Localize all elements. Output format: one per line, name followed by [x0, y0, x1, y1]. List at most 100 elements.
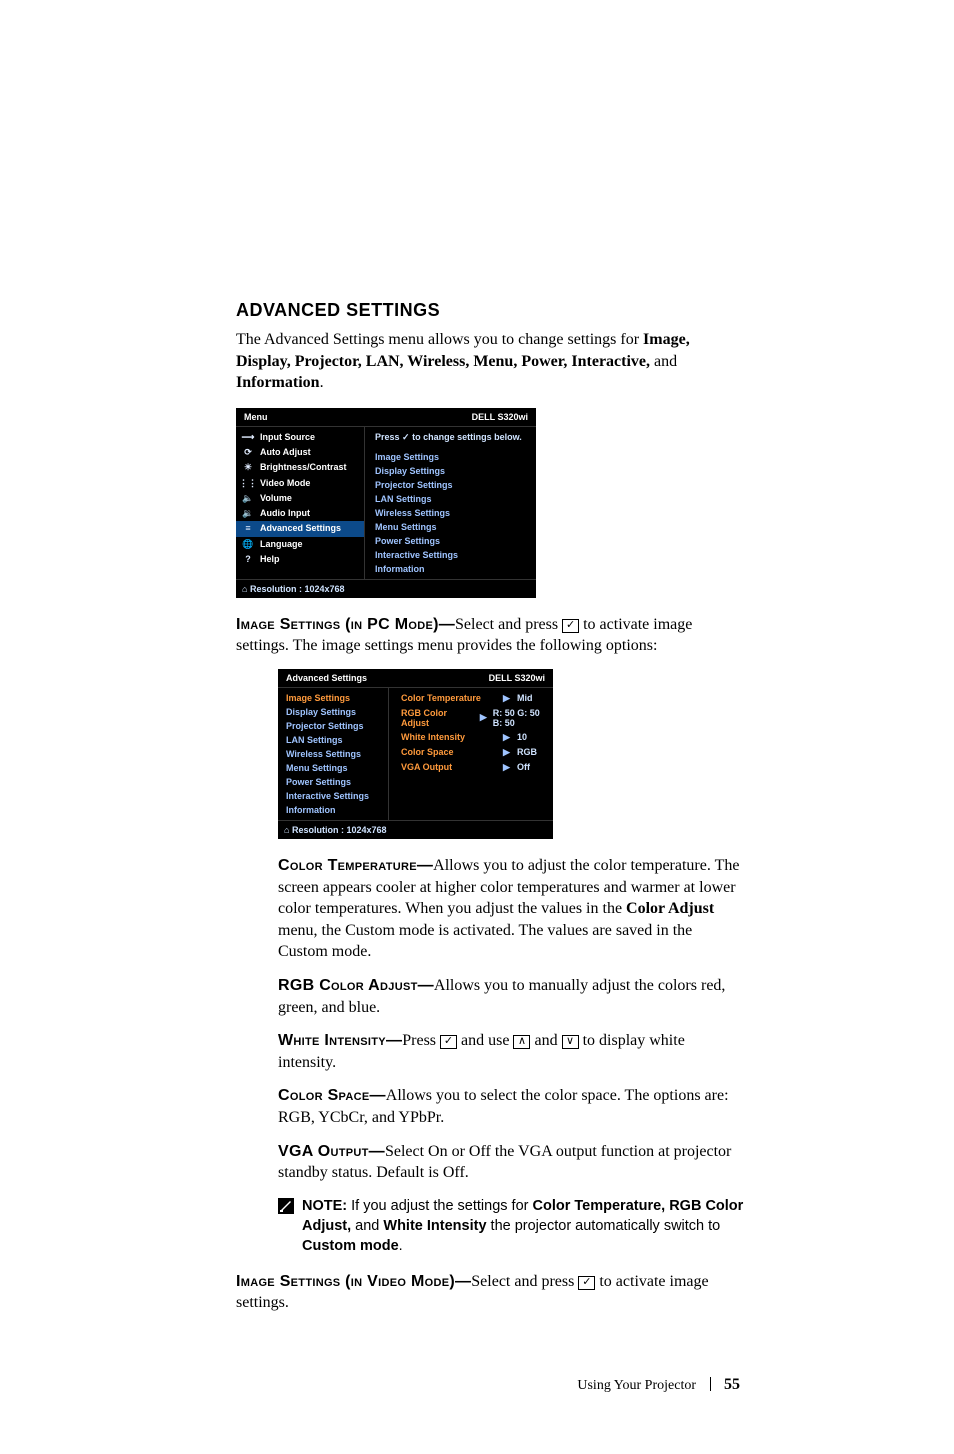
osd2-kv-key: White Intensity: [401, 732, 497, 742]
osd1-right-item: Menu Settings: [369, 520, 536, 534]
note-c: and: [351, 1218, 383, 1234]
osd-menu-main: Menu DELL S320wi ⟶Input Source⟳Auto Adju…: [236, 408, 536, 598]
footer-text: Using Your Projector: [577, 1378, 696, 1393]
intro-paragraph: The Advanced Settings menu allows you to…: [236, 329, 746, 394]
menu-item-label: Brightness/Contrast: [260, 462, 347, 473]
osd1-left-item: 🔉 Audio Input: [236, 506, 364, 521]
osd2-left-item: Projector Settings: [278, 719, 388, 733]
menu-item-label: Help: [260, 554, 280, 565]
desc-color-space: Color Space—Allows you to select the col…: [278, 1085, 746, 1128]
menu-item-icon: ⋮⋮: [242, 478, 254, 489]
desc-rgb-color-adjust: RGB Color Adjust—Allows you to manually …: [278, 975, 746, 1018]
check-key-icon: ✓: [578, 1276, 595, 1290]
menu-item-label: Volume: [260, 493, 292, 504]
menu-item-icon: ☀: [242, 462, 254, 473]
osd1-press-hint: Press ✓ to change settings below.: [369, 430, 536, 450]
osd1-right-item: Projector Settings: [369, 478, 536, 492]
runin-color-space: Color Space—: [278, 1087, 386, 1104]
osd2-kv-key: Color Temperature: [401, 693, 497, 703]
section-title: ADVANCED SETTINGS: [236, 300, 746, 321]
osd2-kv-row: RGB Color Adjust ▶ R: 50 G: 50 B: 50: [395, 706, 553, 730]
osd1-left-item: ≡Advanced Settings: [236, 521, 364, 536]
osd1-resolution: Resolution : 1024x768: [250, 584, 345, 594]
osd1-left-item: ⋮⋮ Video Mode: [236, 476, 364, 491]
osd2-kv-row: VGA Output▶Off: [395, 760, 553, 775]
wi-b: and use: [457, 1032, 513, 1049]
osd1-left-item: ? Help: [236, 552, 364, 567]
runin-vga-output: VGA Output—: [278, 1143, 385, 1160]
triangle-right-icon: ▶: [503, 747, 511, 758]
image-settings-video-paragraph: Image Settings (in Video Mode)—Select an…: [236, 1271, 746, 1314]
osd1-left-item: ☀ Brightness/Contrast: [236, 460, 364, 475]
osd1-right-item: Information: [369, 562, 536, 576]
intro-text-a: The Advanced Settings menu allows you to…: [236, 331, 643, 348]
runin-image-settings-video: Image Settings (in Video Mode)—: [236, 1273, 471, 1290]
footer-separator: [710, 1377, 711, 1391]
check-icon: ✓: [402, 432, 410, 442]
osd2-left-item: Information: [278, 803, 388, 817]
osd1-right-item: Display Settings: [369, 464, 536, 478]
osd1-left-item: 🔈Volume: [236, 491, 364, 506]
osd1-right-item: Wireless Settings: [369, 506, 536, 520]
menu-item-label: Language: [260, 539, 303, 550]
up-key-icon: ∧: [513, 1035, 530, 1049]
menu-item-label: Input Source: [260, 432, 315, 443]
note-f: Custom mode: [302, 1238, 399, 1254]
osd2-footer: ⌂ Resolution : 1024x768: [278, 820, 553, 839]
osd1-left-item: 🌐 Language: [236, 537, 364, 552]
note-icon: [278, 1198, 294, 1214]
triangle-right-icon: ▶: [503, 693, 511, 704]
wi-a: Press: [402, 1032, 440, 1049]
osd2-kv-value: 10: [517, 732, 527, 742]
note-a: If you adjust the settings for: [347, 1198, 532, 1214]
triangle-right-icon: ▶: [503, 732, 511, 743]
osd1-right-item: Image Settings: [369, 450, 536, 464]
vga-port-icon: ⌂: [284, 825, 289, 835]
menu-item-icon: ?: [242, 554, 254, 565]
desc-vga-output: VGA Output—Select On or Off the VGA outp…: [278, 1141, 746, 1184]
down-key-icon: ∨: [562, 1035, 579, 1049]
video-a: Select and press: [471, 1273, 578, 1290]
osd2-left-item: Interactive Settings: [278, 789, 388, 803]
osd2-left-item: Wireless Settings: [278, 747, 388, 761]
osd1-right-item: Interactive Settings: [369, 548, 536, 562]
osd2-resolution: Resolution : 1024x768: [292, 825, 387, 835]
note-d: White Intensity: [383, 1218, 486, 1234]
menu-item-label: Video Mode: [260, 478, 310, 489]
ct-bold: Color Adjust: [626, 900, 714, 917]
intro-text-c: and: [650, 353, 677, 370]
menu-item-icon: 🔉: [242, 508, 254, 519]
osd1-press-suffix: to change settings below.: [410, 432, 522, 442]
runin-color-temperature: Color Temperature—: [278, 857, 433, 874]
osd2-kv-value: Off: [517, 762, 530, 772]
intro-text-e: .: [320, 374, 324, 391]
desc-white-intensity: White Intensity—Press ✓ and use ∧ and ∨ …: [278, 1030, 746, 1073]
osd-menu-image-settings: Advanced Settings DELL S320wi Image Sett…: [278, 669, 553, 839]
note-block: NOTE: If you adjust the settings for Col…: [278, 1196, 746, 1257]
osd2-left-item: Menu Settings: [278, 761, 388, 775]
osd1-press-prefix: Press: [375, 432, 402, 442]
triangle-right-icon: ▶: [480, 712, 487, 723]
menu-item-label: Audio Input: [260, 508, 310, 519]
osd2-kv-key: RGB Color Adjust: [401, 708, 474, 728]
page-footer: Using Your Projector 55: [236, 1376, 746, 1454]
osd1-title-left: Menu: [244, 412, 268, 422]
osd2-left-item: Image Settings: [278, 691, 388, 705]
osd1-title-right: DELL S320wi: [472, 412, 528, 422]
menu-item-icon: ≡: [242, 523, 254, 534]
runin-image-settings-pc: Image Settings (in PC Mode)—: [236, 616, 455, 633]
menu-item-icon: 🌐: [242, 539, 254, 550]
osd2-kv-value: R: 50 G: 50 B: 50: [493, 708, 547, 728]
ct-text-2: menu, the Custom mode is activated. The …: [278, 922, 692, 961]
note-text: NOTE: If you adjust the settings for Col…: [302, 1196, 746, 1257]
osd1-left-item: ⟶ Input Source: [236, 430, 364, 445]
runin-rgb-color-adjust: RGB Color Adjust—: [278, 977, 434, 994]
menu-item-icon: ⟶: [242, 432, 254, 443]
check-key-icon: ✓: [562, 619, 579, 633]
osd1-right-item: Power Settings: [369, 534, 536, 548]
osd2-title-right: DELL S320wi: [489, 673, 545, 683]
menu-item-icon: ⟳: [242, 447, 254, 458]
note-label: NOTE:: [302, 1198, 347, 1214]
page-number: 55: [724, 1376, 740, 1393]
osd2-title-left: Advanced Settings: [286, 673, 367, 683]
